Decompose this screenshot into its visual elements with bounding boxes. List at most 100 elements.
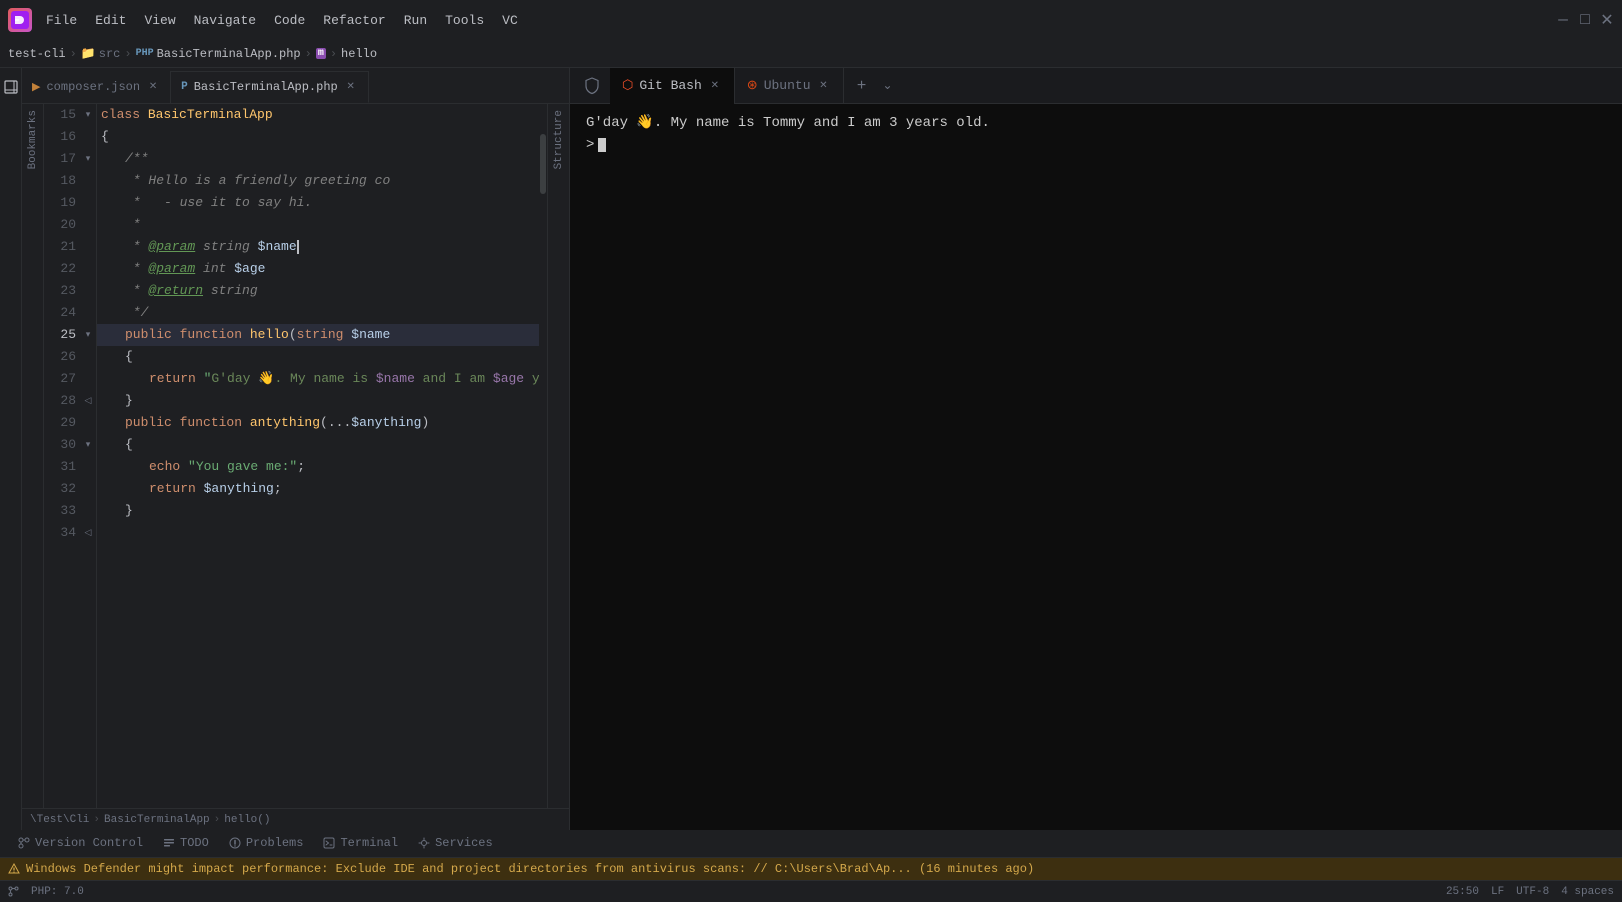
gutter-27: 27 bbox=[44, 368, 96, 390]
maximize-button[interactable]: □ bbox=[1578, 13, 1592, 27]
fold-30[interactable]: ▾ bbox=[80, 437, 96, 453]
fold-17[interactable]: ▾ bbox=[80, 151, 96, 167]
status-php[interactable]: PHP: 7.0 bbox=[31, 886, 84, 898]
breadcrumb-testcli[interactable]: test-cli bbox=[8, 47, 66, 61]
menu-edit[interactable]: Edit bbox=[87, 10, 134, 31]
warning-icon bbox=[229, 837, 241, 849]
folder-icon: 📁 bbox=[81, 46, 96, 61]
gutter-22: 22 bbox=[44, 258, 96, 280]
fold-25[interactable]: ▾ bbox=[80, 327, 96, 343]
title-bar-left: File Edit View Navigate Code Refactor Ru… bbox=[8, 8, 526, 32]
terminal-tab-ubuntu-close[interactable]: ✕ bbox=[817, 79, 831, 93]
status-bar: PHP: 7.0 25:50 LF UTF-8 4 spaces bbox=[0, 880, 1622, 902]
code-line-32: echo "You gave me:"; bbox=[97, 456, 539, 478]
git-bash-icon: ⬡ bbox=[622, 78, 633, 93]
terminal-shield-icon bbox=[578, 68, 606, 104]
terminal-tab-ubuntu[interactable]: ⊛ Ubuntu ✕ bbox=[735, 68, 844, 104]
gutter-16: 16 bbox=[44, 126, 96, 148]
breadcrumb-file[interactable]: PHP BasicTerminalApp.php bbox=[136, 47, 301, 61]
bottom-breadcrumb-class[interactable]: BasicTerminalApp bbox=[104, 814, 210, 826]
warning-bar: Windows Defender might impact performanc… bbox=[0, 858, 1622, 880]
tab-todo-label: TODO bbox=[180, 836, 209, 850]
gutter-21: 21 bbox=[44, 236, 96, 258]
status-encoding[interactable]: UTF-8 bbox=[1516, 886, 1549, 898]
fold-15[interactable]: ▾ bbox=[80, 107, 96, 123]
code-line-20: * bbox=[97, 214, 539, 236]
close-button[interactable]: ✕ bbox=[1600, 13, 1614, 27]
bottom-breadcrumb-method[interactable]: hello() bbox=[224, 814, 270, 826]
code-content[interactable]: class BasicTerminalApp { /** * Hello is … bbox=[97, 104, 539, 808]
menu-code[interactable]: Code bbox=[266, 10, 313, 31]
code-line-21: * @param string $name bbox=[97, 236, 539, 258]
menu-file[interactable]: File bbox=[38, 10, 85, 31]
menu-view[interactable]: View bbox=[136, 10, 183, 31]
terminal-panel: ⬡ Git Bash ✕ ⊛ Ubuntu ✕ + ⌄ G'day 👋. My … bbox=[570, 68, 1622, 830]
scrollbar[interactable] bbox=[539, 104, 547, 808]
bottom-panel: Version Control TODO Problems bbox=[0, 830, 1622, 880]
status-line-ending[interactable]: LF bbox=[1491, 886, 1504, 898]
menu-navigate[interactable]: Navigate bbox=[186, 10, 264, 31]
breadcrumb-m[interactable]: m bbox=[316, 48, 326, 59]
breadcrumb-src[interactable]: 📁 src bbox=[81, 46, 121, 61]
code-line-17: /** bbox=[97, 148, 539, 170]
menu-tools[interactable]: Tools bbox=[437, 10, 492, 31]
services-icon bbox=[418, 837, 430, 849]
tab-services[interactable]: Services bbox=[408, 831, 503, 857]
breadcrumb-hello[interactable]: hello bbox=[341, 47, 377, 61]
code-editor[interactable]: 15 ▾ 16 17 ▾ 18 bbox=[44, 104, 547, 808]
code-line-25: public function hello(string $name bbox=[97, 324, 539, 346]
gutter-26: 26 bbox=[44, 346, 96, 368]
tabs-bar: ▶ composer.json ✕ P BasicTerminalApp.php… bbox=[22, 68, 569, 104]
status-php-label: PHP: 7.0 bbox=[31, 886, 84, 898]
tab-composer-json[interactable]: ▶ composer.json ✕ bbox=[22, 71, 171, 103]
breadcrumb: test-cli › 📁 src › PHP BasicTerminalApp.… bbox=[0, 40, 1622, 68]
gutter-15: 15 ▾ bbox=[44, 104, 96, 126]
code-line-28: } bbox=[97, 390, 539, 412]
tab-basicterminalpapp-php[interactable]: P BasicTerminalApp.php ✕ bbox=[171, 71, 369, 103]
tab-problems[interactable]: Problems bbox=[219, 831, 314, 857]
status-line-ending-label: LF bbox=[1491, 886, 1504, 898]
list-icon bbox=[163, 837, 175, 849]
sidebar-item-bookmarks[interactable]: Bookmarks bbox=[23, 104, 43, 175]
status-git-icon[interactable] bbox=[8, 886, 19, 897]
status-line-col[interactable]: 25:50 bbox=[1446, 886, 1479, 898]
status-right: 25:50 LF UTF-8 4 spaces bbox=[1446, 886, 1614, 898]
terminal-more-button[interactable]: ⌄ bbox=[876, 74, 900, 98]
terminal-tab-git-bash-close[interactable]: ✕ bbox=[708, 79, 722, 93]
status-indent[interactable]: 4 spaces bbox=[1561, 886, 1614, 898]
tab-php-close[interactable]: ✕ bbox=[344, 80, 358, 94]
menu-refactor[interactable]: Refactor bbox=[315, 10, 393, 31]
scrollbar-thumb[interactable] bbox=[540, 134, 546, 194]
status-line-col-label: 25:50 bbox=[1446, 886, 1479, 898]
php-file-icon: PHP bbox=[136, 48, 154, 59]
tab-terminal[interactable]: Terminal bbox=[313, 831, 408, 857]
gutter-18: 18 bbox=[44, 170, 96, 192]
terminal-title-bar: ⬡ Git Bash ✕ ⊛ Ubuntu ✕ + ⌄ bbox=[570, 68, 1622, 104]
code-line-22: * @param int $age bbox=[97, 258, 539, 280]
sidebar-item-structure[interactable]: Structure bbox=[549, 104, 569, 175]
fold-28[interactable]: ◁ bbox=[80, 393, 96, 409]
git-icon bbox=[18, 837, 30, 849]
code-line-23: * @return string bbox=[97, 280, 539, 302]
tab-composer-close[interactable]: ✕ bbox=[146, 80, 160, 94]
terminal-add-button[interactable]: + bbox=[848, 72, 876, 100]
gutter-32: 32 bbox=[44, 478, 96, 500]
tab-todo[interactable]: TODO bbox=[153, 831, 219, 857]
gutter-17: 17 ▾ bbox=[44, 148, 96, 170]
code-line-26: { bbox=[97, 346, 539, 368]
code-line-31: { bbox=[97, 434, 539, 456]
menu-run[interactable]: Run bbox=[396, 10, 435, 31]
minimize-button[interactable]: — bbox=[1556, 13, 1570, 27]
tab-version-control-label: Version Control bbox=[35, 836, 143, 850]
terminal-tab-git-bash-label: Git Bash bbox=[639, 78, 701, 93]
bottom-breadcrumb-test-cli[interactable]: \Test\Cli bbox=[30, 814, 89, 826]
menu-vc[interactable]: VC bbox=[494, 10, 526, 31]
terminal-body[interactable]: G'day 👋. My name is Tommy and I am 3 yea… bbox=[570, 104, 1622, 830]
code-line-19: * - use it to say hi. bbox=[97, 192, 539, 214]
terminal-tab-git-bash[interactable]: ⬡ Git Bash ✕ bbox=[610, 68, 735, 104]
gutter-34: 34 ◁ bbox=[44, 522, 96, 544]
code-line-24: */ bbox=[97, 302, 539, 324]
sidebar-item-project[interactable] bbox=[0, 72, 22, 102]
tab-version-control[interactable]: Version Control bbox=[8, 831, 153, 857]
breadcrumb-sep1: › bbox=[70, 47, 77, 61]
